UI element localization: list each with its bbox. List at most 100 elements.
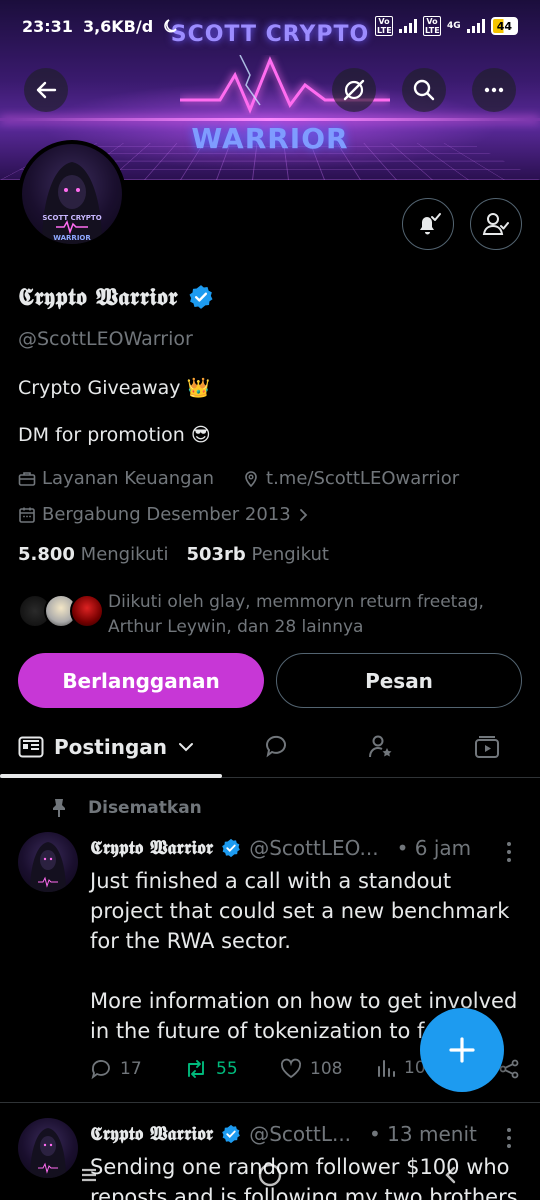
more-button[interactable] [472, 68, 516, 112]
status-speed: 3,6KB/d [82, 16, 154, 36]
repost-action[interactable]: 55 [184, 1058, 238, 1080]
views-action[interactable]: 10 [376, 1058, 426, 1078]
repost-icon [188, 1060, 204, 1078]
post-header: 𝕮𝖗𝖞𝖕𝖙𝖔 𝖂𝖆𝖗𝖗𝖎𝖔𝖗 @ScottLEO... • 6 jam [90, 836, 471, 860]
following-link[interactable]: 5.800 Mengikuti [18, 544, 168, 565]
following-count: 5.800 [18, 544, 75, 565]
post-author-handle: @ScottL... [249, 1122, 352, 1146]
media-play-icon [475, 736, 499, 758]
tab-active-indicator [0, 774, 222, 778]
posts-card-icon [18, 736, 44, 758]
bell-check-icon [420, 213, 441, 235]
post-header-2: 𝕮𝖗𝖞𝖕𝖙𝖔 𝖂𝖆𝖗𝖗𝖎𝖔𝖗 @ScottL... • 13 menit [90, 1122, 477, 1146]
volte-badge-1: Vo LTE [375, 16, 394, 36]
verified-badge-icon [222, 1124, 241, 1144]
back-nav-icon[interactable] [441, 1165, 461, 1185]
profile-category: Layanan Keuangan [42, 468, 215, 489]
post-divider [0, 1102, 540, 1103]
followers-label: Pengikut [251, 544, 329, 565]
profile-tabs: Postingan [0, 718, 540, 778]
hooded-figure-image: SCOTT CRYPTO WARRIOR [42, 162, 102, 244]
recents-icon[interactable] [79, 1165, 99, 1185]
tab-highlights[interactable] [356, 718, 406, 776]
post-author-handle: @ScottLEO... [249, 836, 379, 860]
followers-count: 503rb [186, 544, 246, 565]
reply-bubble-icon [265, 735, 286, 758]
post-time: • 6 jam [396, 836, 472, 860]
post-author-name[interactable]: 𝕮𝖗𝖞𝖕𝖙𝖔 𝖂𝖆𝖗𝖗𝖎𝖔𝖗 [90, 837, 213, 859]
location-pin-icon [245, 470, 257, 487]
joined-date: Bergabung Desember 2013 [42, 504, 291, 525]
profile-avatar[interactable]: SCOTT CRYPTO WARRIOR [18, 140, 126, 248]
following-label: Mengikuti [80, 544, 169, 565]
subscribe-button[interactable]: Berlangganan [18, 653, 264, 708]
back-button[interactable] [24, 68, 68, 112]
chevron-right-icon [299, 508, 307, 521]
bio-line-2: DM for promotion 😎 [18, 424, 211, 446]
pinned-label: Disematkan [88, 798, 202, 818]
post-author-name[interactable]: 𝕮𝖗𝖞𝖕𝖙𝖔 𝖂𝖆𝖗𝖗𝖎𝖔𝖗 [90, 1123, 213, 1145]
arrow-left-icon [36, 81, 57, 99]
follower-avatar-3 [70, 594, 104, 628]
post-time: • 13 menit [369, 1122, 477, 1146]
verified-badge-icon [222, 838, 241, 858]
grok-icon [343, 79, 365, 101]
like-count: 108 [310, 1059, 343, 1079]
post-avatar[interactable] [18, 832, 78, 892]
post-body-paragraph-1: Just finished a call with a standout pro… [90, 869, 510, 953]
status-time: 23:31 [22, 16, 73, 36]
compose-button[interactable] [420, 1008, 504, 1092]
signal-icon [399, 19, 418, 33]
search-button[interactable] [402, 68, 446, 112]
volte-badge-2: Vo LTE [423, 16, 442, 36]
followed-by-text[interactable]: Diikuti oleh glay, memmoryn return freet… [108, 590, 518, 640]
chevron-down-icon [179, 743, 194, 752]
avatar-text-2: WARRIOR [53, 234, 91, 242]
notifications-button[interactable] [402, 198, 454, 250]
battery-indicator: 44 [490, 17, 518, 35]
plus-icon [449, 1037, 475, 1063]
followers-link[interactable]: 503rb Pengikut [186, 544, 329, 565]
tab-media[interactable] [462, 718, 512, 776]
bio-line-1: Crypto Giveaway 👑 [18, 377, 211, 399]
signal-icon-2 [466, 19, 485, 33]
profile-handle: @ScottLEOWarrior [18, 328, 193, 350]
joined-row[interactable]: Bergabung Desember 2013 [18, 504, 311, 525]
status-bar: 23:31 3,6KB/d Vo LTE Vo LTE 4G 44 [0, 0, 540, 52]
home-icon[interactable] [257, 1162, 283, 1188]
profile-name: 𝕮𝖗𝖞𝖕𝖙𝖔 𝖂𝖆𝖗𝖗𝖎𝖔𝖗 [18, 282, 178, 311]
calendar-icon [19, 507, 35, 523]
repost-count: 55 [216, 1059, 238, 1079]
briefcase-icon [18, 471, 36, 486]
tab-posts[interactable]: Postingan [18, 718, 218, 776]
reply-action[interactable]: 17 [90, 1058, 142, 1080]
heart-icon [280, 1058, 302, 1079]
person-star-icon [369, 735, 392, 758]
banner-horizon [0, 118, 540, 121]
profile-meta-row: Layanan Keuangan t.me/ScottLEOwarrior [18, 468, 459, 489]
hooded-figure-image [30, 842, 66, 892]
views-bars-icon [378, 1060, 395, 1077]
following-button[interactable] [470, 198, 522, 250]
tab-replies[interactable] [252, 718, 302, 776]
tab-posts-label: Postingan [54, 735, 168, 759]
reply-icon [91, 1060, 110, 1080]
person-check-icon [482, 213, 509, 235]
follow-counts: 5.800 Mengikuti 503rb Pengikut [18, 544, 329, 565]
avatar-text-1: SCOTT CRYPTO [42, 214, 101, 222]
more-dots-icon [484, 87, 504, 93]
profile-link[interactable]: t.me/ScottLEOwarrior [266, 468, 459, 489]
verified-badge-icon[interactable] [188, 284, 214, 310]
pin-icon [53, 799, 65, 817]
pinned-label-row: Disematkan [50, 798, 202, 818]
profile-name-row: 𝕮𝖗𝖞𝖕𝖙𝖔 𝖂𝖆𝖗𝖗𝖎𝖔𝖗 [18, 282, 214, 311]
like-action[interactable]: 108 [280, 1058, 342, 1080]
moon-icon [164, 19, 177, 33]
message-button[interactable]: Pesan [276, 653, 522, 708]
grok-button[interactable] [332, 68, 376, 112]
reply-count: 17 [120, 1059, 142, 1079]
post-menu-button-2[interactable] [506, 1128, 512, 1148]
search-icon [413, 79, 435, 101]
network-type: 4G [447, 21, 461, 31]
post-menu-button[interactable] [506, 842, 512, 862]
